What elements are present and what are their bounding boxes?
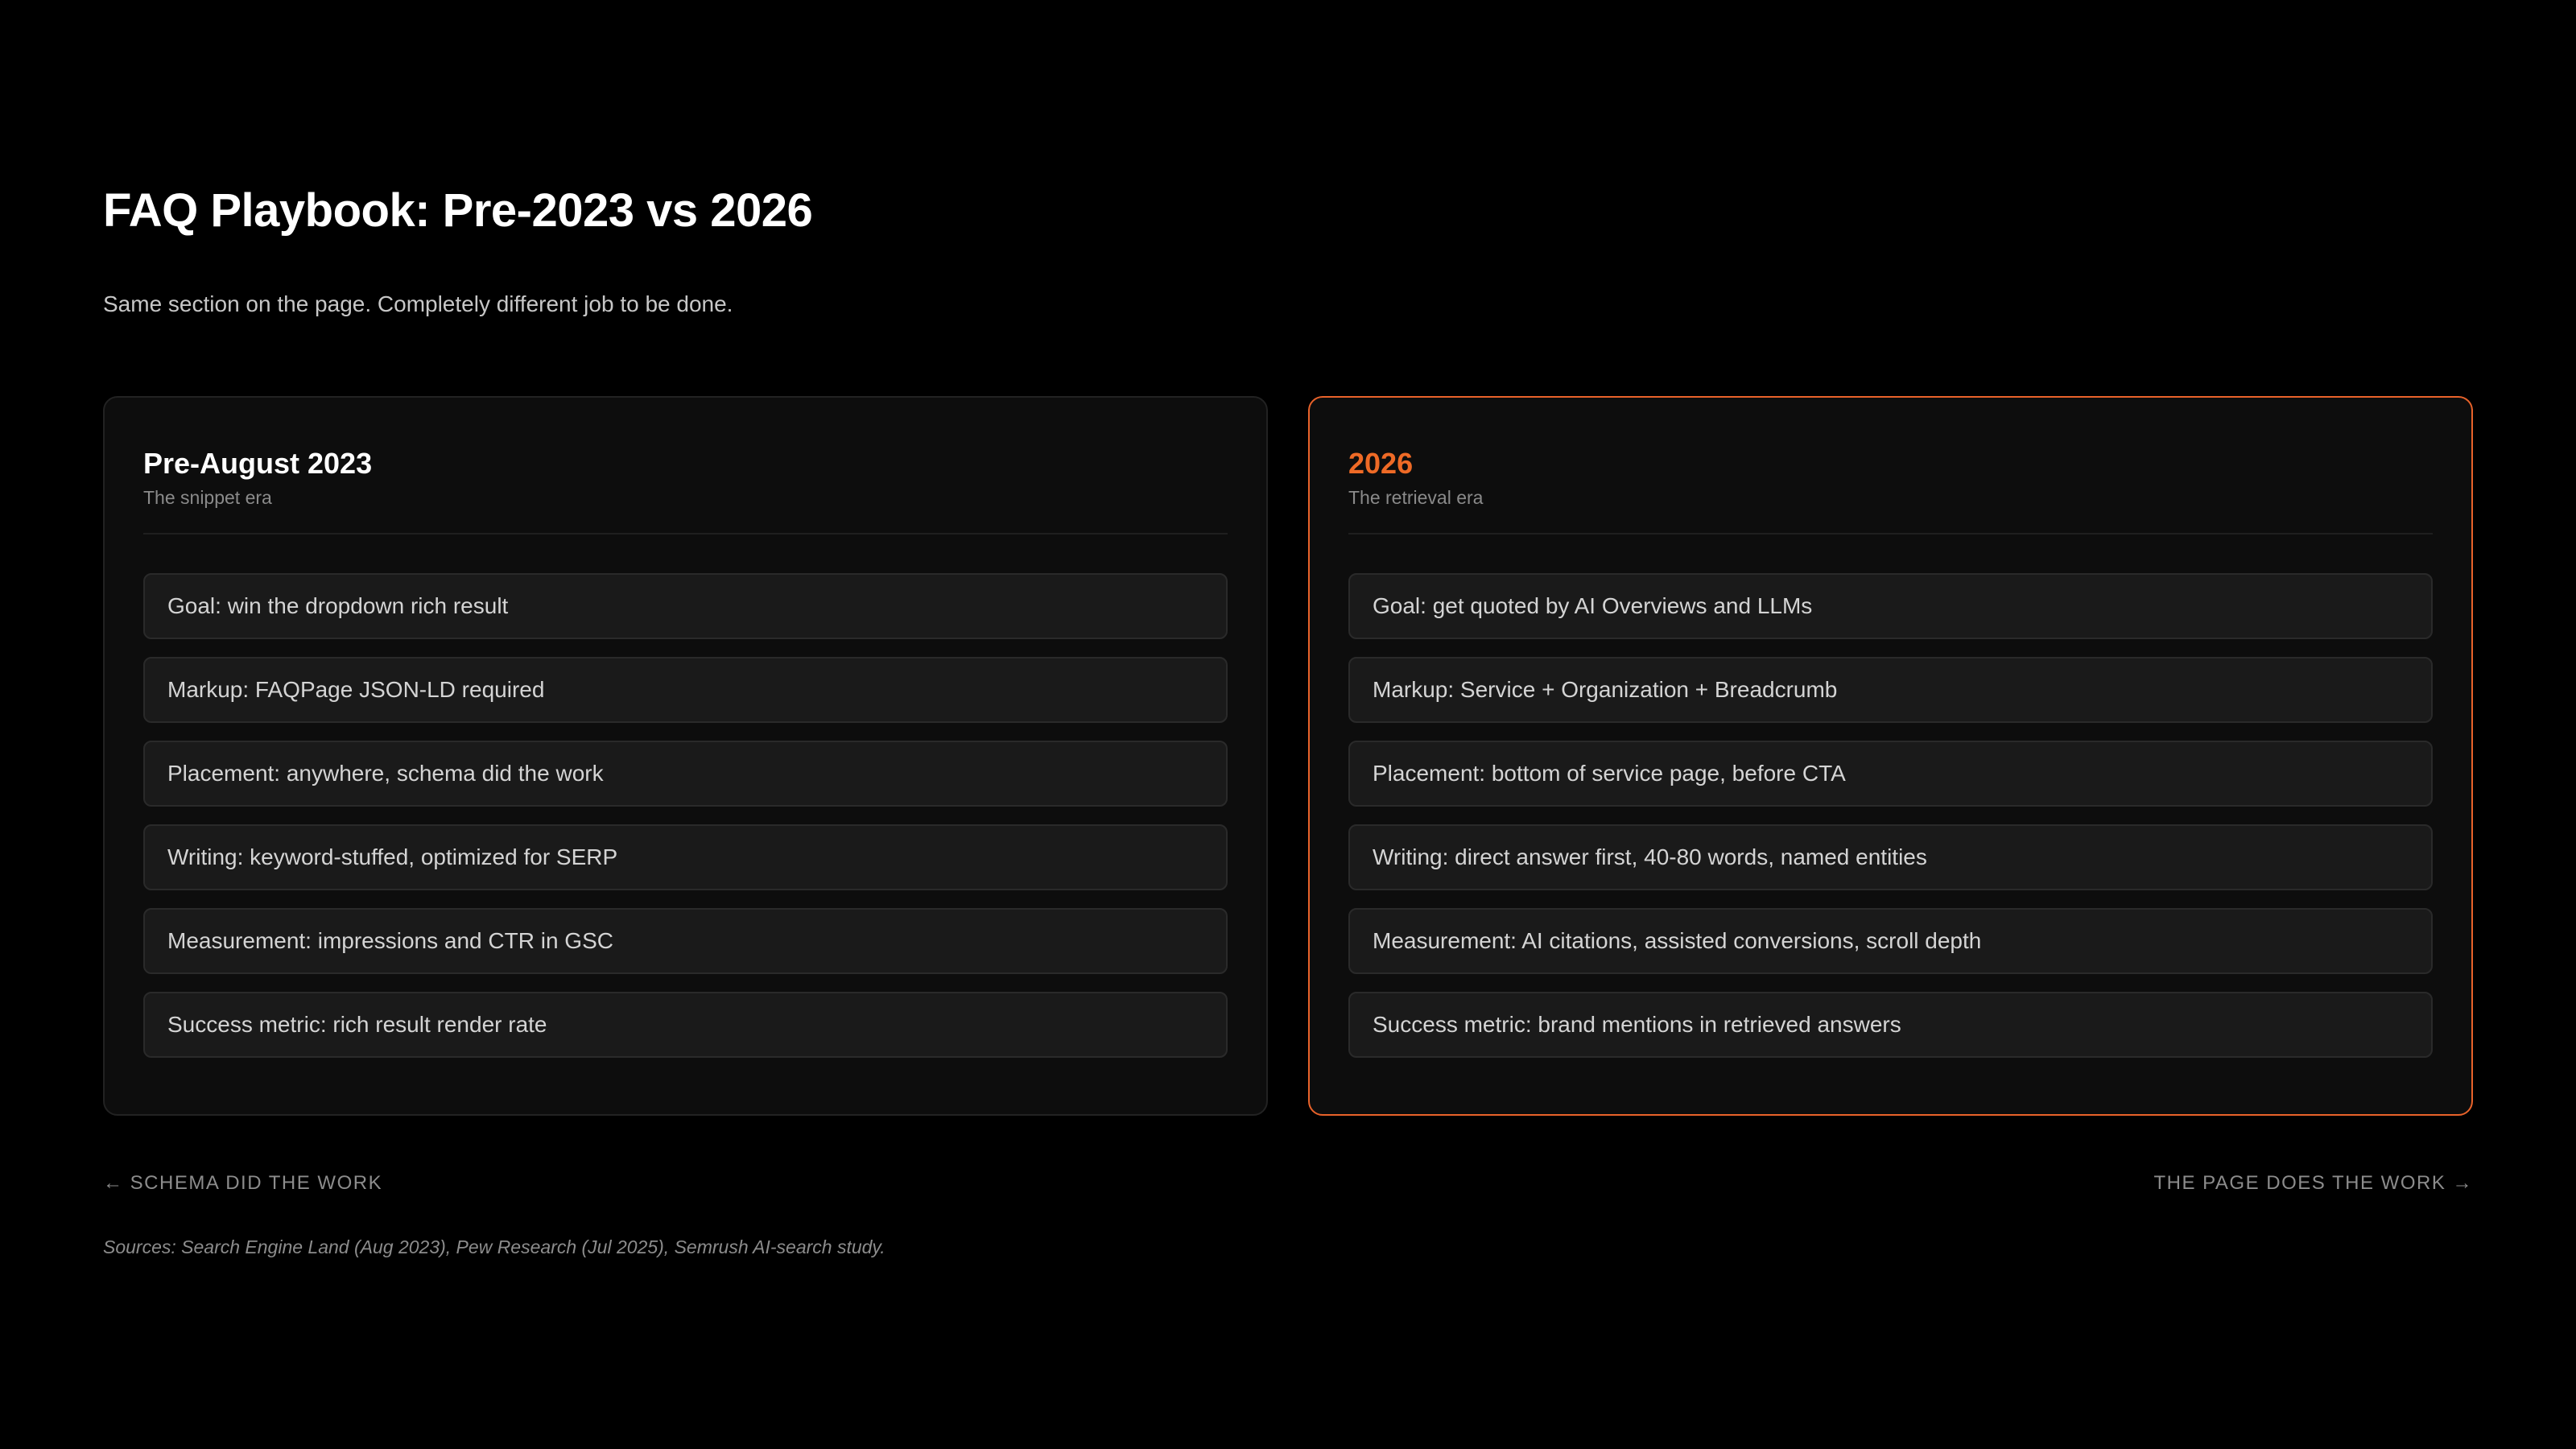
card-title: Pre-August 2023 [143,447,373,480]
list-item: Markup: FAQPage JSON-LD required [143,657,1228,723]
footer-right-label: THE PAGE DOES THE WORK → [2153,1172,2473,1194]
card-subtitle: The snippet era [143,487,272,508]
item-list: Goal: win the dropdown rich result Marku… [143,573,1228,1058]
list-item: Success metric: brand mentions in retrie… [1348,992,2433,1058]
list-item: Placement: bottom of service page, befor… [1348,741,2433,807]
divider [143,533,1228,535]
page-title: FAQ Playbook: Pre-2023 vs 2026 [103,184,813,237]
list-item: Success metric: rich result render rate [143,992,1228,1058]
item-list: Goal: get quoted by AI Overviews and LLM… [1348,573,2433,1058]
list-item: Goal: win the dropdown rich result [143,573,1228,639]
2026-card: 2026 The retrieval era Goal: get quoted … [1308,396,2473,1116]
pre-2023-card: Pre-August 2023 The snippet era Goal: wi… [103,396,1268,1116]
list-item: Placement: anywhere, schema did the work [143,741,1228,807]
list-item: Markup: Service + Organization + Breadcr… [1348,657,2433,723]
slide: FAQ Playbook: Pre-2023 vs 2026 Same sect… [0,0,2576,1449]
list-item: Writing: direct answer first, 40-80 word… [1348,824,2433,890]
card-title: 2026 [1348,447,1414,480]
comparison-columns: Pre-August 2023 The snippet era Goal: wi… [103,396,2473,1116]
list-item: Measurement: AI citations, assisted conv… [1348,908,2433,974]
list-item: Measurement: impressions and CTR in GSC [143,908,1228,974]
page-subtitle: Same section on the page. Completely dif… [103,291,733,316]
card-subtitle: The retrieval era [1348,487,1484,508]
divider [1348,533,2433,535]
list-item: Goal: get quoted by AI Overviews and LLM… [1348,573,2433,639]
sources-note: Sources: Search Engine Land (Aug 2023), … [103,1236,886,1257]
list-item: Writing: keyword-stuffed, optimized for … [143,824,1228,890]
footer-left-label: ← SCHEMA DID THE WORK [103,1172,383,1194]
